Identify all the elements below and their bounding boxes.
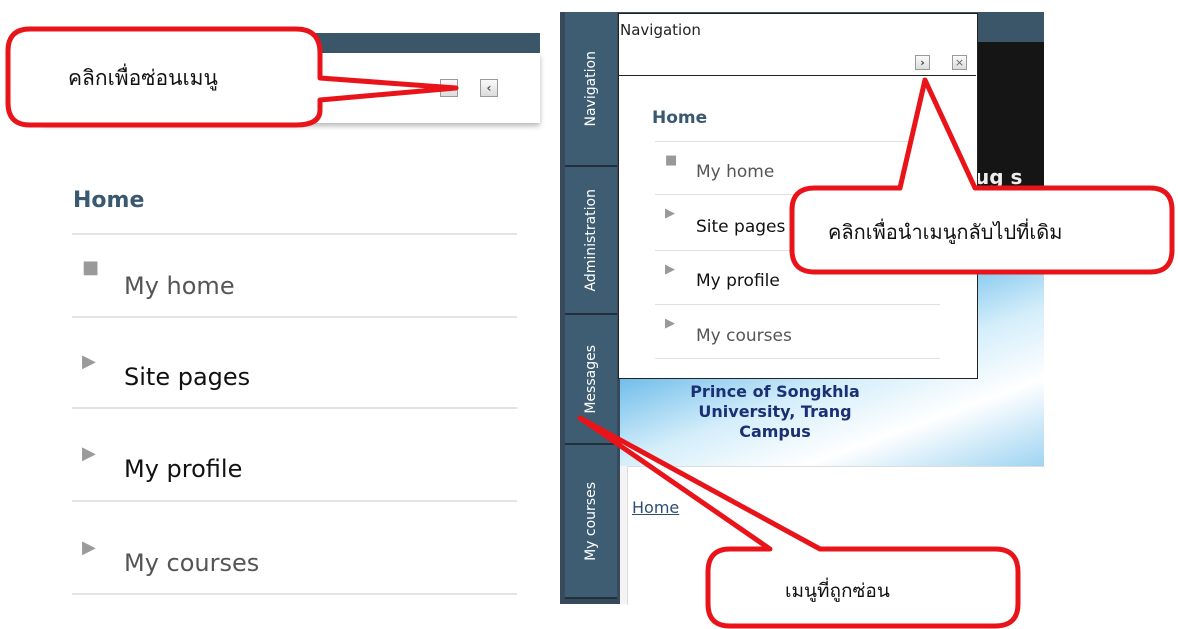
callout-hidden-menu-text: เมนูที่ถูกซ่อน <box>785 580 890 602</box>
callout-restore-menu-text: คลิกเพื่อนำเมนูกลับไปที่เดิม <box>828 220 1063 244</box>
callout-hide-menu-text: คลิกเพื่อซ่อนเมนู <box>68 66 218 90</box>
